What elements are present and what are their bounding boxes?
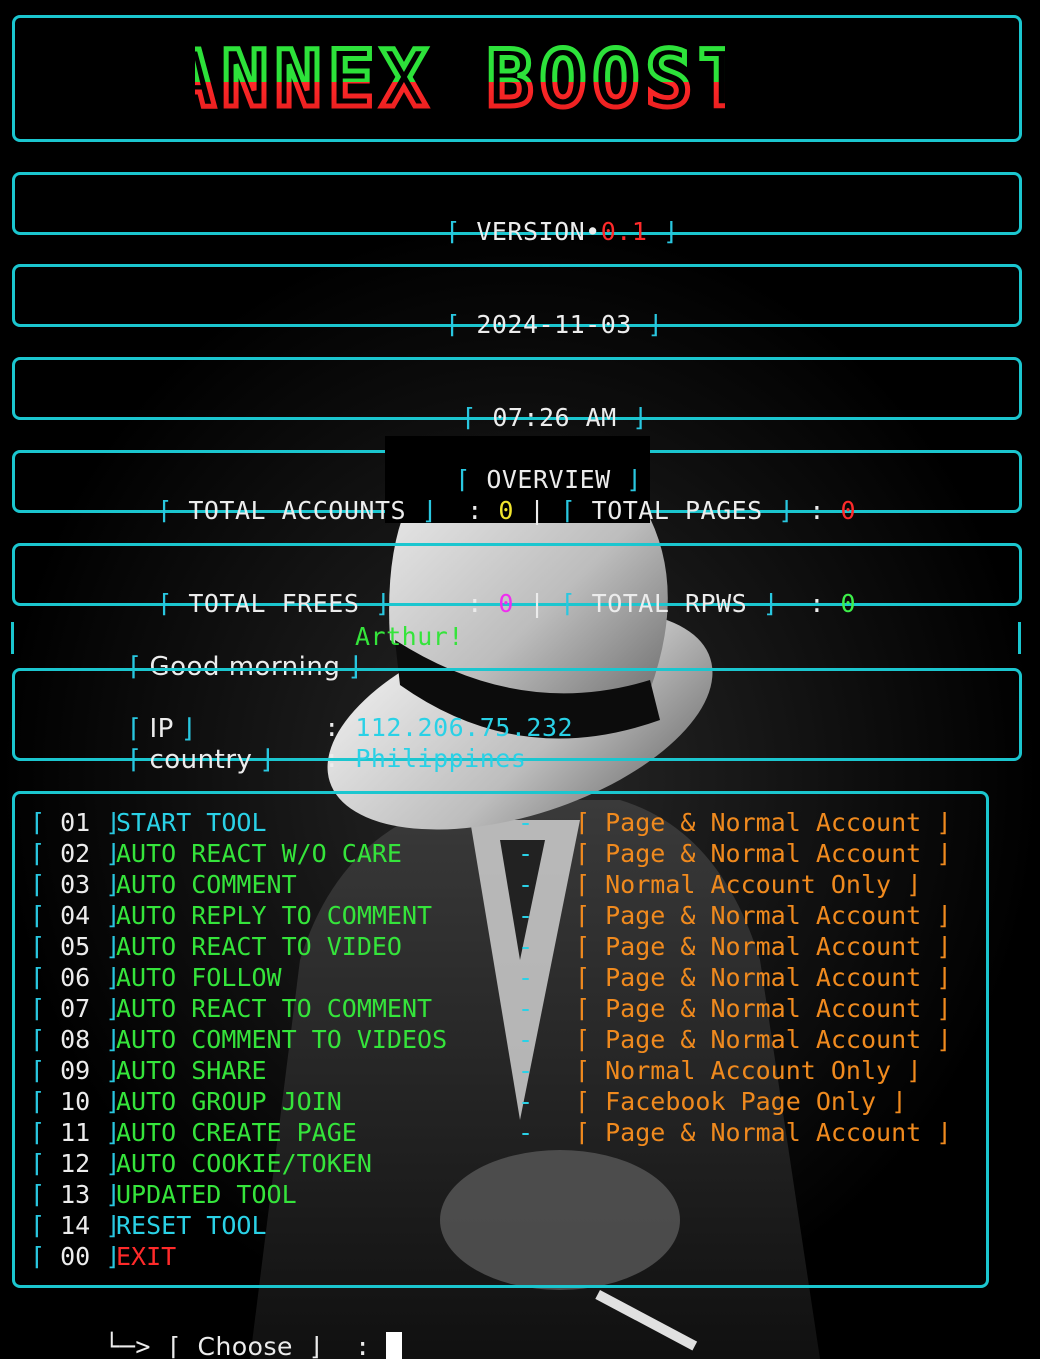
menu-item-02[interactable]: ⌈ 02 ⌋ AUTO REACT W/O CARE - ⌈ Page & Norma… [30,838,951,869]
date-value: 2024-11-03 [476,310,632,339]
menu-item-number: ⌈ 03 ⌋ [30,870,121,899]
menu-item-dash: - [518,932,534,961]
menu-item-dash: - [518,1025,534,1054]
menu-item-12[interactable]: ⌈ 12 ⌋ AUTO COOKIE/TOKEN [30,1148,372,1179]
menu-item-label: AUTO REACT TO VIDEO [116,932,402,961]
menu-item-account-type: ⌈ Normal Account Only ⌋ [575,870,922,899]
menu-item-13[interactable]: ⌈ 13 ⌋ UPDATED TOOL [30,1179,297,1210]
total-rpws-label: TOTAL RPWS [591,589,748,618]
menu-item-number: ⌈ 10 ⌋ [30,1087,121,1116]
menu-item-label: AUTO FOLLOW [116,963,282,992]
menu-item-number: ⌈ 11 ⌋ [30,1118,121,1147]
total-rpws-value: 0 [840,589,857,618]
menu-list: ⌈ 01 ⌋ START TOOL - ⌈ Page & Normal Account… [0,807,1040,1277]
menu-item-label: AUTO COMMENT TO VIDEOS [116,1025,448,1054]
date-line: ⌈ 2024-11-03 ⌋ [445,310,663,339]
menu-item-dash: - [518,963,534,992]
menu-item-number: ⌈ 07 ⌋ [30,994,121,1023]
menu-item-account-type: ⌈ Page & Normal Account ⌋ [575,901,952,930]
menu-item-06[interactable]: ⌈ 06 ⌋ AUTO FOLLOW - ⌈ Page & Normal Accoun… [30,962,951,993]
greeting-name: Arthur! [355,622,464,651]
menu-item-label: UPDATED TOOL [116,1180,297,1209]
country-value-row: : Philippines [324,744,527,773]
total-accounts-value-row: : 0 | ⌈ TOTAL PAGES ⌋ : 0 [467,496,857,525]
menu-item-number: ⌈ 06 ⌋ [30,963,121,992]
menu-item-number: ⌈ 05 ⌋ [30,932,121,961]
menu-item-10[interactable]: ⌈ 10 ⌋ AUTO GROUP JOIN - ⌈ Facebook Page On… [30,1086,906,1117]
menu-item-11[interactable]: ⌈ 11 ⌋ AUTO CREATE PAGE - ⌈ Page & Normal A… [30,1117,951,1148]
menu-item-label: AUTO COMMENT [116,870,297,899]
menu-item-account-type: ⌈ Page & Normal Account ⌋ [575,932,952,961]
menu-item-dash: - [518,1118,534,1147]
total-accounts-label: TOTAL ACCOUNTS [188,496,407,525]
prompt-label: Choose [197,1332,293,1359]
menu-item-account-type: ⌈ Page & Normal Account ⌋ [575,1118,952,1147]
menu-item-account-type: ⌈ Page & Normal Account ⌋ [575,994,952,1023]
menu-item-number: ⌈ 14 ⌋ [30,1211,121,1240]
total-frees-label: TOTAL FREES [188,589,360,618]
choose-prompt[interactable]: └─> ⌈ Choose ⌋ : [42,1303,403,1359]
menu-item-account-type: ⌈ Normal Account Only ⌋ [575,1056,922,1085]
menu-item-account-type: ⌈ Page & Normal Account ⌋ [575,1025,952,1054]
menu-item-label: AUTO CREATE PAGE [116,1118,357,1147]
prompt-arrow: └─> [104,1332,151,1359]
menu-item-number: ⌈ 13 ⌋ [30,1180,121,1209]
menu-item-label: AUTO REPLY TO COMMENT [116,901,433,930]
menu-item-03[interactable]: ⌈ 03 ⌋ AUTO COMMENT - ⌈ Normal Account Only… [30,869,921,900]
menu-item-account-type: ⌈ Facebook Page Only ⌋ [575,1087,907,1116]
menu-item-label: RESET TOOL [116,1211,267,1240]
version-value: 0.1 [600,217,648,246]
menu-item-label: AUTO REACT W/O CARE [116,839,402,868]
prompt-separator: : [355,1332,371,1359]
menu-item-09[interactable]: ⌈ 09 ⌋ AUTO SHARE - ⌈ Normal Account Only ⌋ [30,1055,921,1086]
greeting-right-bar [1018,622,1021,654]
version-label: VERSION• [476,217,601,246]
menu-item-05[interactable]: ⌈ 05 ⌋ AUTO REACT TO VIDEO - ⌈ Page & Norma… [30,931,951,962]
menu-item-account-type: ⌈ Page & Normal Account ⌋ [575,839,952,868]
menu-item-label: EXIT [116,1242,177,1271]
total-pages-value: 0 [840,496,857,525]
menu-item-label: AUTO REACT TO COMMENT [116,994,433,1023]
menu-item-08[interactable]: ⌈ 08 ⌋ AUTO COMMENT TO VIDEOS - ⌈ Page & No… [30,1024,951,1055]
total-frees-value: 0 [498,589,514,618]
menu-item-dash: - [518,901,534,930]
menu-item-label: AUTO SHARE [116,1056,267,1085]
menu-item-dash: - [518,1056,534,1085]
time-value: 07:26 AM [492,403,617,432]
text-cursor[interactable] [386,1332,403,1359]
menu-item-14[interactable]: ⌈ 14 ⌋ RESET TOOL [30,1210,267,1241]
total-accounts-value: 0 [498,496,514,525]
annex-boost-logo: ANNEX BOOST [195,36,725,118]
greeting-left-bar [11,622,14,654]
total-frees-value-row: : 0 | ⌈ TOTAL RPWS ⌋ : 0 [467,589,857,618]
menu-item-number: ⌈ 02 ⌋ [30,839,121,868]
menu-item-number: ⌈ 09 ⌋ [30,1056,121,1085]
menu-item-00[interactable]: ⌈ 00 ⌋ EXIT [30,1241,176,1272]
menu-item-label: START TOOL [116,808,267,837]
menu-item-dash: - [518,870,534,899]
menu-item-account-type: ⌈ Page & Normal Account ⌋ [575,808,952,837]
menu-item-number: ⌈ 01 ⌋ [30,808,121,837]
menu-item-number: ⌈ 08 ⌋ [30,1025,121,1054]
menu-item-dash: - [518,1087,534,1116]
menu-item-number: ⌈ 00 ⌋ [30,1242,121,1271]
country-label: country [149,745,253,775]
menu-item-dash: - [518,839,534,868]
menu-item-07[interactable]: ⌈ 07 ⌋ AUTO REACT TO COMMENT - ⌈ Page & Nor… [30,993,951,1024]
menu-item-number: ⌈ 12 ⌋ [30,1149,121,1178]
menu-item-04[interactable]: ⌈ 04 ⌋ AUTO REPLY TO COMMENT - ⌈ Page & Nor… [30,900,951,931]
total-accounts-row: ⌈ TOTAL ACCOUNTS ⌋ [157,496,438,525]
menu-item-dash: - [518,808,534,837]
version-line: ⌈ VERSION•0.1 ⌋ [445,217,679,246]
country-value: Philippines [355,744,527,773]
menu-item-account-type: ⌈ Page & Normal Account ⌋ [575,963,952,992]
menu-item-01[interactable]: ⌈ 01 ⌋ START TOOL - ⌈ Page & Normal Account… [30,807,951,838]
menu-item-dash: - [518,994,534,1023]
menu-item-label: AUTO COOKIE/TOKEN [116,1149,372,1178]
total-pages-label: TOTAL PAGES [591,496,763,525]
menu-item-number: ⌈ 04 ⌋ [30,901,121,930]
banner-text: ANNEX BOOST [195,36,725,118]
menu-item-label: AUTO GROUP JOIN [116,1087,342,1116]
